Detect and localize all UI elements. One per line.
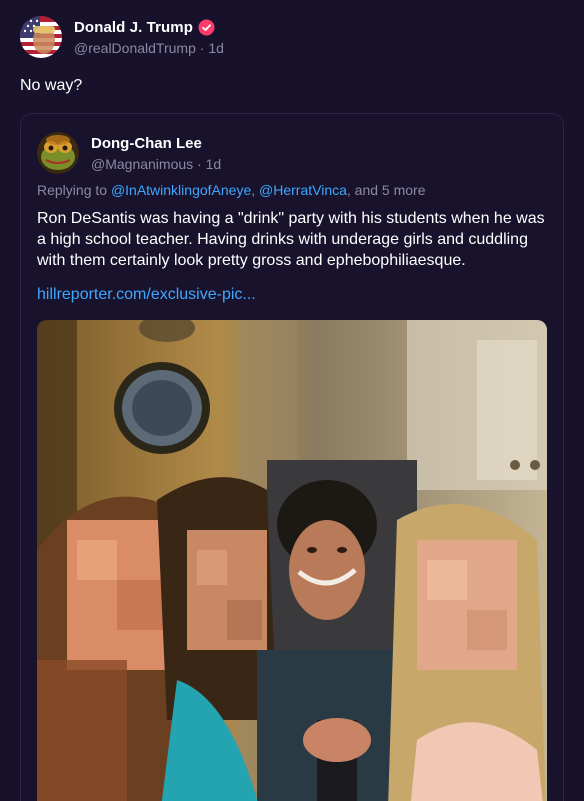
quote-photo[interactable] <box>37 320 547 801</box>
flag-avatar-icon <box>20 16 62 58</box>
group-photo-image <box>37 320 547 801</box>
author-name[interactable]: Donald J. Trump <box>74 19 193 36</box>
replying-suffix[interactable]: , and 5 more <box>347 182 426 198</box>
post-text: No way? <box>20 77 83 94</box>
quote-author-info: Dong-Chan Lee @Magnanimous · 1d <box>91 135 221 172</box>
quote-handle-row: @Magnanimous · 1d <box>91 156 221 172</box>
comma: , <box>251 182 256 198</box>
mention-link[interactable]: @HerratVinca <box>259 182 347 198</box>
quote-body-text: Ron DeSantis was having a "drink" party … <box>37 210 545 269</box>
quote-time[interactable]: 1d <box>206 156 222 172</box>
name-row: Donald J. Trump <box>74 19 224 36</box>
replying-prefix: Replying to <box>37 182 108 198</box>
avatar[interactable] <box>20 16 62 58</box>
handle-row: @realDonaldTrump · 1d <box>74 40 224 56</box>
verified-badge-icon <box>198 19 215 36</box>
post: Donald J. Trump @realDonaldTrump · 1d No… <box>0 0 584 801</box>
replying-to: Replying to @InAtwinklingofAneye, @Herra… <box>37 182 426 198</box>
quote-header: Dong-Chan Lee @Magnanimous · 1d <box>37 132 221 174</box>
post-time[interactable]: 1d <box>208 40 224 56</box>
author-info: Donald J. Trump @realDonaldTrump · 1d <box>74 19 224 56</box>
post-header: Donald J. Trump @realDonaldTrump · 1d <box>20 16 224 58</box>
separator: · <box>199 39 205 56</box>
quote-author-handle[interactable]: @Magnanimous <box>91 156 193 172</box>
mention-link[interactable]: @InAtwinklingofAneye <box>111 182 251 198</box>
quote-avatar[interactable] <box>37 132 79 174</box>
quote-author-name[interactable]: Dong-Chan Lee <box>91 135 221 152</box>
frog-avatar-icon <box>37 132 79 174</box>
author-handle[interactable]: @realDonaldTrump <box>74 40 196 56</box>
quoted-post-card[interactable]: Dong-Chan Lee @Magnanimous · 1d Replying… <box>20 113 564 801</box>
separator: · <box>197 155 202 172</box>
article-link[interactable]: hillreporter.com/exclusive-pic... <box>37 286 256 304</box>
